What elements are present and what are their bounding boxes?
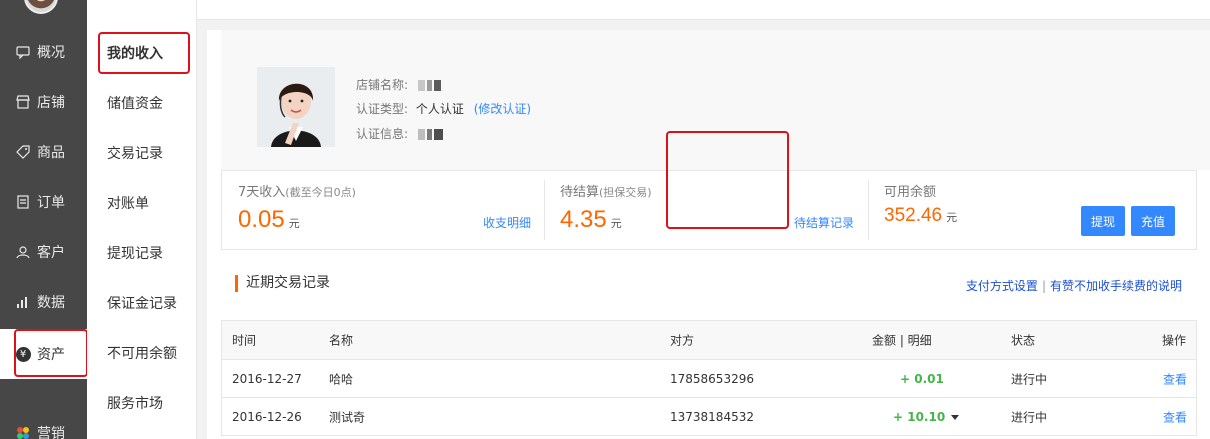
- primary-nav-label: 概况: [37, 45, 65, 61]
- auth-type-label: 认证类型:: [356, 102, 409, 116]
- row-time: 2016-12-26: [232, 409, 302, 424]
- table-row: 2016-12-26 测试奇 13738184532 + 10.10 进行中 查…: [221, 398, 1197, 436]
- table-header: 时间 名称 对方 金额 | 明细 状态 操作: [221, 320, 1197, 360]
- income-detail-link[interactable]: 收支明细: [483, 214, 531, 231]
- row-view-link[interactable]: 查看: [1163, 408, 1187, 425]
- available-amount: 352.46 元: [884, 205, 957, 227]
- annotation-highlight-assets: [14, 329, 88, 377]
- transactions-table: 时间 名称 对方 金额 | 明细 状态 操作 2016-12-27 哈哈 178…: [221, 320, 1197, 436]
- annotation-highlight-my-income: [98, 32, 190, 74]
- income-7d-value: 0.05: [238, 206, 285, 233]
- list-icon: [15, 194, 31, 210]
- primary-nav-goods[interactable]: 商品: [0, 127, 87, 177]
- pending-amount: 4.35 元: [560, 206, 622, 234]
- row-amount: + 0.01: [900, 371, 944, 386]
- auth-type-value: 个人认证: [415, 102, 464, 116]
- avatar[interactable]: [24, 0, 58, 14]
- secondary-nav-deposit-records[interactable]: 保证金记录: [107, 293, 177, 313]
- chat-icon: [15, 44, 31, 60]
- primary-nav-label: 数据: [37, 295, 65, 311]
- shop-photo: [257, 67, 335, 147]
- modify-auth-link[interactable]: (修改认证): [474, 102, 531, 116]
- income-7d-amount: 0.05 元: [238, 206, 300, 234]
- auth-type-row: 认证类型: 个人认证 (修改认证): [356, 100, 531, 117]
- row-status: 进行中: [1011, 372, 1048, 386]
- recharge-button[interactable]: 充值: [1131, 206, 1176, 236]
- pending-unit: 元: [610, 218, 622, 230]
- pending-label: 待结算: [560, 185, 600, 200]
- primary-nav-orders[interactable]: 订单: [0, 177, 87, 227]
- column-header-amount: 金额 | 明细: [872, 333, 932, 348]
- row-status: 进行中: [1011, 410, 1048, 424]
- row-name: 测试奇: [329, 410, 366, 424]
- income-7d-label: 7天收入: [238, 185, 286, 200]
- column-header-status: 状态: [1011, 333, 1036, 348]
- row-view-link[interactable]: 查看: [1163, 370, 1187, 387]
- row-name: 哈哈: [329, 372, 354, 386]
- stat-divider: [868, 180, 869, 240]
- stat-divider: [544, 180, 545, 240]
- redacted-value: [417, 129, 445, 140]
- pending-value: 4.35: [560, 206, 607, 233]
- income-7d-note: (截至今日0点): [285, 186, 356, 199]
- transaction-links: 支付方式设置 | 有赞不加收手续费的说明: [966, 277, 1182, 294]
- pending-note: (担保交易): [599, 186, 652, 199]
- income-7d-unit: 元: [288, 218, 300, 230]
- primary-nav-label: 店铺: [37, 95, 65, 111]
- tag-icon: [15, 144, 31, 160]
- shop-name-label: 店铺名称:: [356, 78, 409, 92]
- fee-explanation-link[interactable]: 有赞不加收手续费的说明: [1050, 279, 1182, 293]
- primary-nav-label: 营销: [37, 426, 65, 439]
- link-separator: |: [1041, 279, 1046, 293]
- pending-records-link[interactable]: 待结算记录: [794, 214, 854, 231]
- secondary-nav-withdrawals[interactable]: 提现记录: [107, 243, 163, 263]
- marketing-icon: [15, 425, 31, 439]
- income-7d-label-group: 7天收入(截至今日0点): [238, 181, 356, 200]
- primary-nav-store[interactable]: 店铺: [0, 77, 87, 127]
- primary-nav-overview[interactable]: 概况: [0, 27, 87, 77]
- row-time: 2016-12-27: [232, 371, 302, 386]
- auth-info-label: 认证信息:: [356, 127, 409, 141]
- column-header-time: 时间: [232, 333, 257, 348]
- column-header-action: 操作: [1162, 333, 1187, 348]
- secondary-nav-statements[interactable]: 对账单: [107, 193, 149, 213]
- auth-info-row: 认证信息:: [356, 125, 445, 142]
- user-icon: [15, 244, 31, 260]
- income-card: 店铺名称: 认证类型: 个人认证 (修改认证) 认证信息: 7天收入(截至今日0…: [207, 30, 1210, 439]
- top-bar: [197, 0, 1210, 20]
- column-header-party: 对方: [670, 333, 695, 348]
- caret-down-icon[interactable]: [951, 414, 960, 420]
- shop-name-row: 店铺名称:: [356, 76, 443, 93]
- row-amount-group: + 10.10: [893, 409, 960, 424]
- available-label: 可用余额: [884, 185, 937, 200]
- row-party: 13738184532: [670, 409, 754, 424]
- row-party: 17858653296: [670, 371, 754, 386]
- secondary-nav-unavailable-balance[interactable]: 不可用余额: [107, 343, 177, 363]
- table-row: 2016-12-27 哈哈 17858653296 + 0.01 进行中 查看: [221, 360, 1197, 398]
- secondary-nav-stored-funds[interactable]: 储值资金: [107, 93, 163, 113]
- payment-settings-link[interactable]: 支付方式设置: [966, 279, 1038, 293]
- secondary-nav-transactions[interactable]: 交易记录: [107, 143, 163, 163]
- bar-chart-icon: [15, 294, 31, 310]
- row-amount: + 10.10: [893, 409, 946, 424]
- pending-label-group: 待结算(担保交易): [560, 181, 652, 200]
- available-value: 352.46: [884, 205, 943, 226]
- primary-nav-customers[interactable]: 客户: [0, 227, 87, 277]
- app-root: 概况 店铺 商品 订单 客户 数据 ¥ 资产 营销 我的收入 储值资金 交易记录…: [0, 0, 1210, 439]
- available-unit: 元: [946, 212, 958, 224]
- recent-transactions-title: 近期交易记录: [235, 275, 330, 292]
- primary-nav-marketing[interactable]: 营销: [0, 408, 87, 439]
- store-icon: [15, 94, 31, 110]
- column-header-name: 名称: [329, 333, 354, 348]
- annotation-highlight-available-balance: [666, 131, 789, 229]
- primary-nav-label: 订单: [37, 195, 65, 211]
- primary-nav-label: 客户: [37, 245, 65, 261]
- primary-nav-label: 商品: [37, 145, 65, 161]
- primary-nav-data[interactable]: 数据: [0, 277, 87, 327]
- withdraw-button[interactable]: 提现: [1081, 206, 1126, 236]
- redacted-value: [417, 80, 443, 91]
- secondary-nav-service-market[interactable]: 服务市场: [107, 393, 163, 413]
